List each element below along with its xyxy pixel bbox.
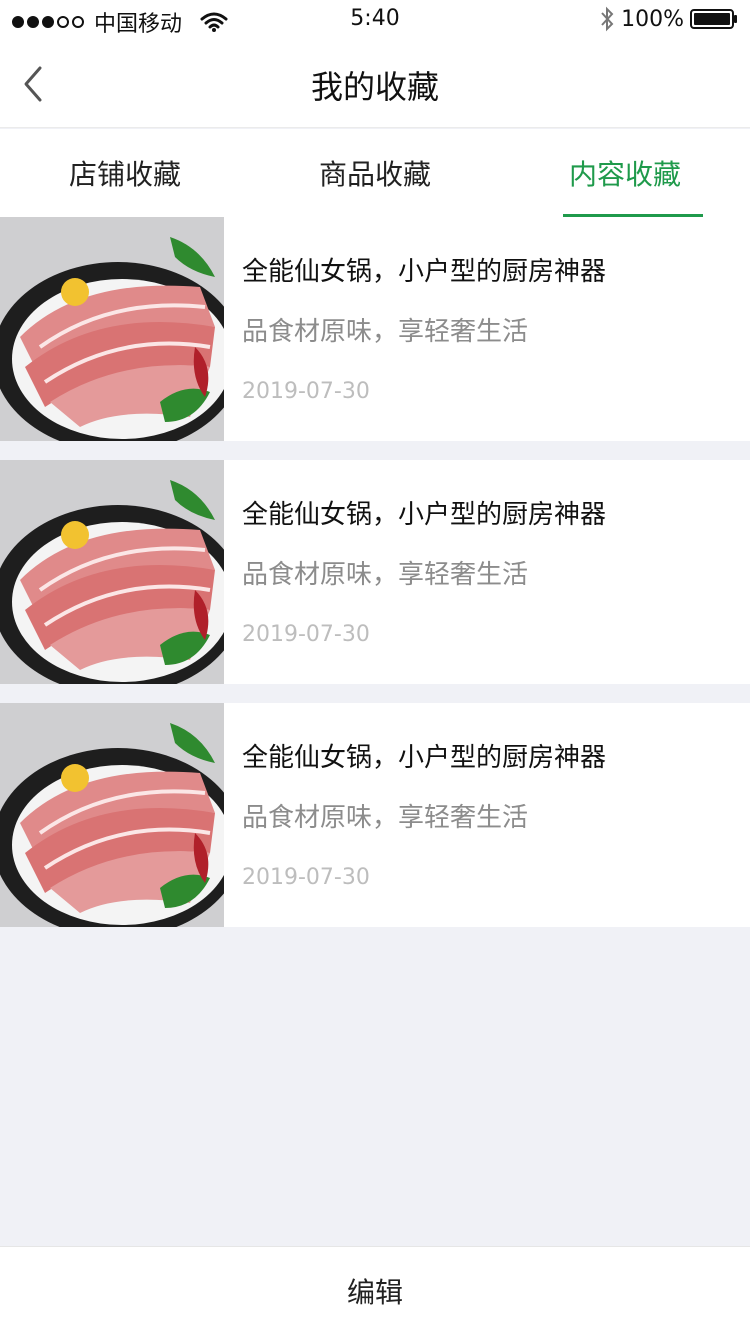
item-title: 全能仙女锅，小户型的厨房神器 (242, 500, 607, 530)
item-thumbnail (0, 703, 224, 927)
tab-content-favorites[interactable]: 内容收藏 (500, 129, 750, 217)
item-thumbnail (0, 460, 224, 684)
food-image-icon (0, 217, 224, 441)
food-image-icon (0, 460, 224, 684)
item-subtitle: 品食材原味，享轻奢生活 (242, 560, 529, 590)
item-body: 全能仙女锅，小户型的厨房神器 品食材原味，享轻奢生活 2019-07-30 (224, 460, 606, 684)
list-item[interactable]: 全能仙女锅，小户型的厨房神器 品食材原味，享轻奢生活 2019-07-30 (0, 703, 750, 927)
item-body: 全能仙女锅，小户型的厨房神器 品食材原味，享轻奢生活 2019-07-30 (224, 217, 606, 441)
food-image-icon (0, 703, 224, 927)
item-subtitle: 品食材原味，享轻奢生活 (242, 317, 529, 347)
list-item[interactable]: 全能仙女锅，小户型的厨房神器 品食材原味，享轻奢生活 2019-07-30 (0, 217, 750, 441)
item-title: 全能仙女锅，小户型的厨房神器 (242, 743, 607, 773)
screen: 中国移动 5:40 100% 我的收藏 店铺收藏 商品收藏 内容收藏 全能仙女锅… (0, 0, 750, 1334)
bluetooth-icon (601, 6, 614, 32)
tab-store-favorites[interactable]: 店铺收藏 (0, 129, 250, 217)
list-item[interactable]: 全能仙女锅，小户型的厨房神器 品食材原味，享轻奢生活 2019-07-30 (0, 460, 750, 684)
item-subtitle: 品食材原味，享轻奢生活 (242, 803, 529, 833)
item-thumbnail (0, 217, 224, 441)
battery-icon (690, 9, 737, 29)
favorites-list: 全能仙女锅，小户型的厨房神器 品食材原味，享轻奢生活 2019-07-30 全能… (0, 217, 750, 946)
status-right: 100% (599, 6, 738, 32)
item-date: 2019-07-30 (242, 865, 370, 890)
navigation-bar: 我的收藏 (0, 40, 750, 128)
page-title: 我的收藏 (310, 68, 439, 106)
item-date: 2019-07-30 (242, 379, 370, 404)
tab-bar: 店铺收藏 商品收藏 内容收藏 (0, 129, 750, 217)
edit-button[interactable]: 编辑 (0, 1246, 750, 1334)
status-bar: 中国移动 5:40 100% (0, 0, 750, 40)
tab-product-favorites[interactable]: 商品收藏 (250, 129, 500, 217)
item-date: 2019-07-30 (242, 622, 370, 647)
item-body: 全能仙女锅，小户型的厨房神器 品食材原味，享轻奢生活 2019-07-30 (224, 703, 606, 927)
item-title: 全能仙女锅，小户型的厨房神器 (242, 257, 607, 287)
battery-percentage: 100% (621, 6, 684, 32)
